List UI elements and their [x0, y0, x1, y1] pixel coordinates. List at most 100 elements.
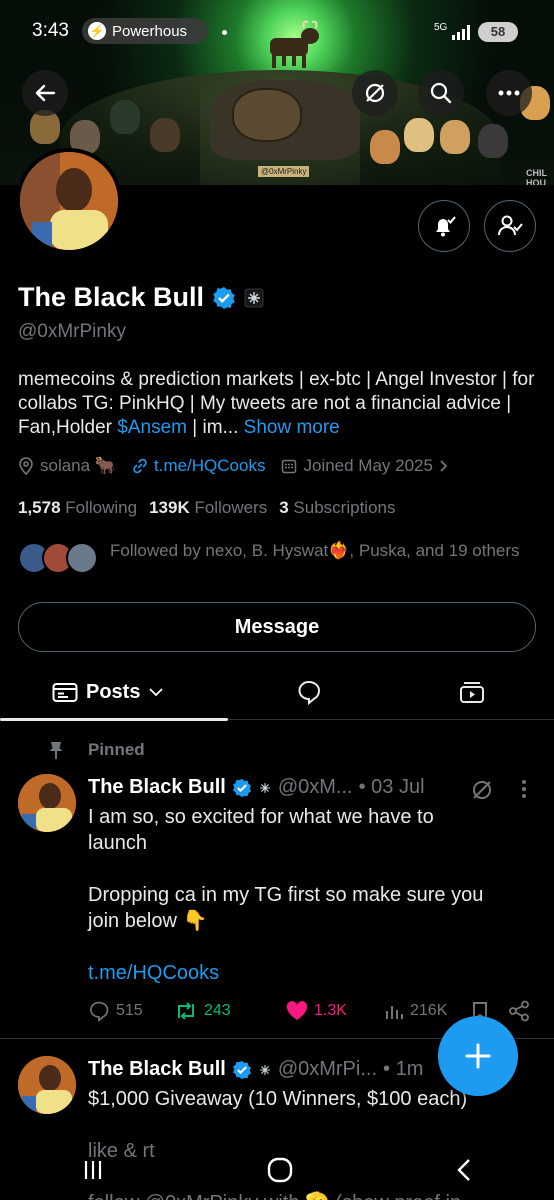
- post-author-handle: @0xM...: [277, 776, 353, 798]
- app-pill[interactable]: ⚡ Powerhous: [82, 18, 208, 44]
- joined-item[interactable]: Joined May 2025: [281, 456, 448, 476]
- website-item[interactable]: t.me/HQCooks: [132, 456, 265, 476]
- avatar: [66, 542, 98, 574]
- location-pin-icon: [19, 457, 33, 475]
- banner-character: [110, 100, 140, 134]
- verified-badge-icon: [232, 778, 251, 797]
- banner-character: [404, 118, 434, 152]
- post-link[interactable]: t.me/HQCooks: [88, 960, 528, 986]
- post-author-name[interactable]: The Black Bull: [88, 776, 226, 799]
- views-count: 216K: [410, 1002, 448, 1019]
- profile-handle: @0xMrPinky: [18, 321, 126, 342]
- following-button[interactable]: [484, 200, 536, 252]
- reply-button[interactable]: 515: [88, 1000, 174, 1022]
- bar-chart-icon: [386, 1006, 403, 1019]
- compose-button[interactable]: [438, 1016, 518, 1096]
- affiliate-badge-icon[interactable]: [244, 288, 264, 308]
- avatar-image: [18, 774, 76, 832]
- like-button[interactable]: 1.3K: [286, 1001, 384, 1021]
- recents-icon[interactable]: [80, 1157, 106, 1183]
- search-icon: [430, 82, 452, 104]
- reply-bubble-icon: [298, 680, 321, 705]
- profile-tabs: Posts: [0, 664, 554, 720]
- chevron-right-icon: [440, 460, 448, 472]
- pinned-label: Pinned: [88, 740, 145, 759]
- tab-replies[interactable]: [296, 664, 322, 720]
- followers-count-link[interactable]: 139K Followers: [149, 498, 267, 518]
- tab-posts[interactable]: Posts: [52, 664, 164, 720]
- website-link[interactable]: t.me/HQCooks: [154, 456, 265, 476]
- subscriptions-count: 3: [279, 498, 289, 517]
- bio-tail: | im...: [186, 417, 239, 438]
- battery-indicator: 58: [478, 22, 518, 42]
- post-line: join below 👇: [88, 910, 208, 932]
- pin-icon: [49, 742, 63, 759]
- avatar-image: [18, 1056, 76, 1114]
- post-text: I am so, so excited for what we have to …: [88, 804, 528, 986]
- tab-media[interactable]: [458, 664, 486, 720]
- profile-counts: 1,578 Following 139K Followers 3 Subscri…: [18, 498, 395, 518]
- banner-corner-text: CHIL HOU: [526, 168, 547, 185]
- signal-icon: [452, 24, 470, 40]
- notification-dot: [222, 30, 227, 35]
- show-more-link[interactable]: Show more: [244, 417, 340, 438]
- active-tab-indicator: [0, 718, 228, 721]
- post-author-name[interactable]: The Black Bull: [88, 1058, 226, 1081]
- heart-filled-icon: [286, 1001, 308, 1020]
- repost-count: 243: [204, 1002, 231, 1019]
- like-count: 1.3K: [314, 1002, 347, 1019]
- network-type: 5G: [434, 22, 448, 33]
- posts-icon: [52, 683, 78, 702]
- verified-badge-icon[interactable]: [212, 286, 236, 310]
- banner-character: [150, 118, 180, 152]
- back-button[interactable]: [22, 70, 68, 116]
- avatar[interactable]: [18, 1056, 76, 1114]
- home-icon[interactable]: [266, 1156, 294, 1184]
- banner-watermark: @0xMrPinky: [258, 166, 310, 177]
- followed-by-avatars: [18, 540, 102, 576]
- grok-icon[interactable]: [470, 778, 494, 802]
- post-author-handle: @0xMrPi...: [277, 1058, 378, 1080]
- affiliate-badge-icon: [259, 1064, 270, 1075]
- status-time: 3:43: [32, 20, 69, 41]
- affiliate-badge-icon: [259, 782, 270, 793]
- location-text: solana 🐂: [40, 456, 116, 475]
- followers-count: 139K: [149, 498, 190, 517]
- following-count-link[interactable]: 1,578 Following: [18, 498, 137, 518]
- search-button[interactable]: [418, 70, 464, 116]
- avatar[interactable]: [18, 774, 76, 832]
- followed-by-row[interactable]: Followed by nexo, B. Hyswat❤️‍🔥, Puska, …: [18, 540, 538, 576]
- post-timestamp: • 03 Jul: [358, 776, 425, 798]
- person-check-icon: [498, 215, 523, 236]
- post-line: I am so, so excited for what we have to: [88, 806, 434, 828]
- followers-label: Followers: [194, 498, 268, 517]
- bio-cashtag-link[interactable]: $Ansem: [117, 417, 187, 438]
- notifications-button[interactable]: [418, 200, 470, 252]
- post-line: launch: [88, 832, 147, 854]
- profile-name-row: The Black Bull: [18, 282, 264, 313]
- profile-bio: memecoins & prediction markets | ex-btc …: [18, 368, 538, 440]
- reply-count: 515: [116, 1002, 143, 1019]
- chevron-down-icon: [149, 688, 164, 697]
- grok-button[interactable]: [352, 70, 398, 116]
- media-icon: [460, 682, 484, 703]
- repost-button[interactable]: 243: [174, 1000, 286, 1022]
- views-button[interactable]: 216K: [384, 1002, 472, 1020]
- profile-name: The Black Bull: [18, 282, 205, 312]
- location-item: solana 🐂: [18, 456, 116, 476]
- bell-check-icon: [436, 216, 456, 237]
- followed-by-text: Followed by nexo, B. Hyswat❤️‍🔥, Puska, …: [110, 541, 520, 560]
- share-icon: [509, 1000, 529, 1022]
- banner-sack: [232, 88, 302, 142]
- message-button[interactable]: Message: [18, 602, 536, 652]
- share-button[interactable]: [508, 1000, 530, 1022]
- profile-avatar[interactable]: [16, 148, 122, 254]
- following-label: Following: [65, 498, 138, 517]
- subscriptions-count-link[interactable]: 3 Subscriptions: [279, 498, 395, 518]
- post-header: The Black Bull @0xMrPi... • 1m: [88, 1058, 423, 1081]
- following-count: 1,578: [18, 498, 61, 517]
- more-options-button[interactable]: [486, 70, 532, 116]
- more-vertical-icon[interactable]: [520, 778, 528, 800]
- back-nav-icon[interactable]: [454, 1157, 474, 1183]
- system-navigation-bar: [0, 1140, 554, 1200]
